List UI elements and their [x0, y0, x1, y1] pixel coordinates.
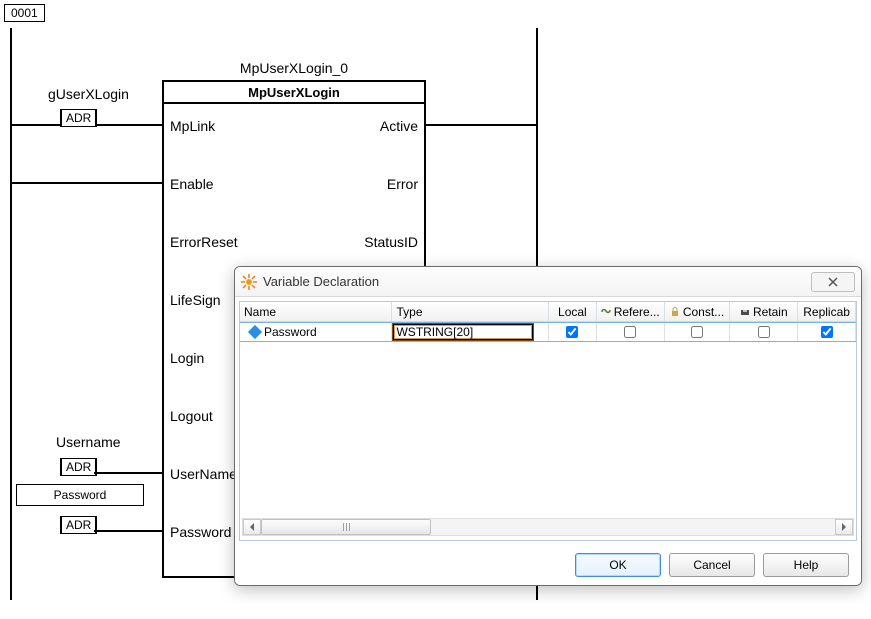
cell-constant[interactable]	[665, 323, 731, 341]
pin-input-mplink: MpLink	[170, 118, 215, 134]
reference-checkbox[interactable]	[624, 326, 636, 338]
close-icon	[827, 277, 839, 287]
fb-type-name: MpUserXLogin	[164, 82, 424, 104]
scroll-grip-icon	[343, 523, 350, 531]
ok-button[interactable]: OK	[575, 553, 661, 577]
retain-checkbox[interactable]	[758, 326, 770, 338]
variable-grid[interactable]: Name Type Local Refere... Const... Retai…	[239, 301, 857, 541]
pin-input-logout: Logout	[170, 408, 213, 424]
col-header-retain-text: Retain	[753, 305, 788, 319]
lock-icon	[670, 307, 680, 317]
variable-icon	[248, 325, 262, 339]
cell-replicable[interactable]	[798, 323, 856, 341]
scroll-left-button[interactable]	[243, 519, 261, 535]
pin-output-statusid: StatusID	[364, 234, 418, 250]
adr-box-username: ADR	[60, 458, 97, 476]
wire	[12, 182, 162, 184]
adr-box-mplink: ADR	[60, 109, 97, 127]
col-header-replicable-text: Replicab	[803, 305, 850, 319]
wire	[426, 124, 538, 126]
col-header-type[interactable]: Type	[392, 302, 548, 321]
reference-icon	[601, 307, 611, 317]
col-header-local-text: Local	[558, 305, 587, 319]
col-header-name[interactable]: Name	[240, 302, 392, 321]
horizontal-scrollbar[interactable]	[242, 518, 854, 536]
cell-reference[interactable]	[597, 323, 665, 341]
col-header-replicable[interactable]: Replicab	[798, 302, 856, 321]
cell-retain[interactable]	[730, 323, 798, 341]
chevron-right-icon	[841, 523, 847, 531]
scroll-right-button[interactable]	[835, 519, 853, 535]
col-header-local[interactable]: Local	[549, 302, 597, 321]
pin-input-login: Login	[170, 350, 204, 366]
constant-checkbox[interactable]	[691, 326, 703, 338]
password-var-box[interactable]: Password	[16, 484, 144, 506]
fb-instance-name: MpUserXLogin_0	[162, 60, 426, 76]
dialog-title: Variable Declaration	[263, 274, 379, 289]
chevron-left-icon	[249, 523, 255, 531]
var-password: Password	[17, 485, 143, 505]
variable-declaration-dialog: Variable Declaration Name Type Local Ref…	[234, 266, 862, 586]
pin-input-enable: Enable	[170, 176, 214, 192]
grid-row[interactable]: Password WSTRING[20]	[240, 322, 856, 342]
col-header-retain[interactable]: Retain	[730, 302, 798, 321]
dialog-button-row: OK Cancel Help	[235, 545, 861, 585]
retain-icon	[740, 307, 750, 317]
col-header-constant-text: Const...	[683, 305, 724, 319]
cancel-button[interactable]: Cancel	[669, 553, 755, 577]
adr-box-password: ADR	[60, 516, 97, 534]
pin-output-active: Active	[380, 118, 418, 134]
left-power-rail	[10, 28, 12, 600]
close-button[interactable]	[811, 272, 855, 292]
pin-output-error: Error	[387, 176, 418, 192]
col-header-reference-text: Refere...	[614, 305, 660, 319]
col-header-type-text: Type	[396, 305, 422, 319]
type-editor[interactable]: WSTRING[20]	[393, 324, 533, 340]
var-mplink[interactable]: gUserXLogin	[48, 86, 129, 102]
dialog-titlebar[interactable]: Variable Declaration	[235, 267, 861, 297]
replicable-checkbox[interactable]	[821, 326, 833, 338]
var-username[interactable]: Username	[56, 434, 121, 450]
cell-local[interactable]	[549, 323, 597, 341]
pin-input-errorreset: ErrorReset	[170, 234, 238, 250]
dialog-icon	[241, 274, 257, 290]
help-button[interactable]: Help	[763, 553, 849, 577]
scroll-track[interactable]	[261, 519, 835, 535]
col-header-constant[interactable]: Const...	[665, 302, 731, 321]
grid-header[interactable]: Name Type Local Refere... Const... Retai…	[240, 302, 856, 322]
pin-input-username: UserName	[170, 466, 237, 482]
pin-input-password: Password	[170, 524, 231, 540]
cell-name-text: Password	[264, 325, 317, 339]
wire	[94, 530, 162, 532]
col-header-name-text: Name	[244, 305, 276, 319]
pin-input-lifesign: LifeSign	[170, 292, 221, 308]
cell-type[interactable]: WSTRING[20]	[392, 323, 548, 341]
cell-name[interactable]: Password	[240, 323, 392, 341]
local-checkbox[interactable]	[566, 326, 578, 338]
col-header-reference[interactable]: Refere...	[597, 302, 665, 321]
wire	[94, 472, 162, 474]
rung-number: 0001	[4, 4, 45, 22]
scroll-thumb[interactable]	[261, 519, 431, 535]
